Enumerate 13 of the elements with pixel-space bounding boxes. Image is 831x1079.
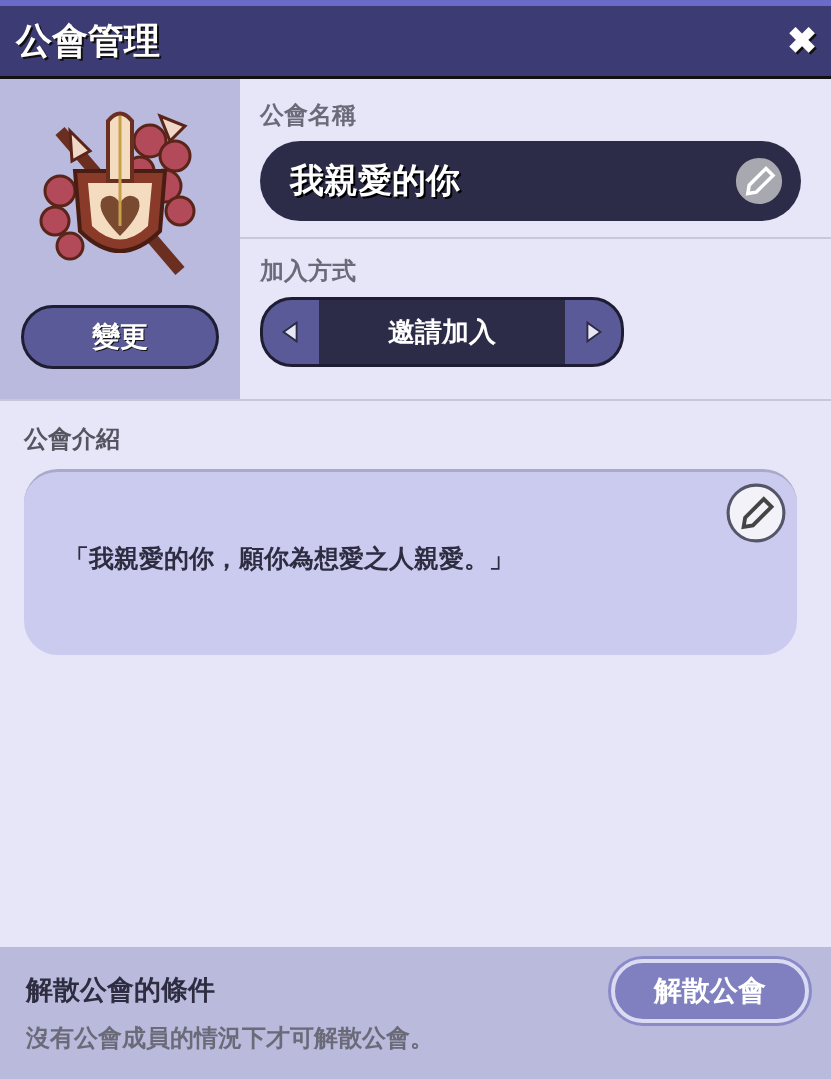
disband-note: 沒有公會成員的情況下才可解散公會。	[26, 1023, 434, 1054]
guild-name-field[interactable]: 我親愛的你	[260, 141, 801, 221]
guild-name-label: 公會名稱	[260, 100, 357, 131]
close-button[interactable]: ✖	[787, 20, 817, 62]
intro-text: 「我親愛的你，願你為想愛之人親愛。」	[64, 543, 514, 575]
window-title: 公會管理	[16, 18, 160, 63]
disband-title: 解散公會的條件	[26, 973, 216, 1007]
edit-icon[interactable]	[725, 482, 787, 544]
join-method-label: 加入方式	[260, 256, 357, 288]
intro-label: 公會介紹	[24, 424, 121, 455]
disband-button[interactable]: 解散公會	[611, 959, 809, 1023]
change-button[interactable]: 變更	[21, 305, 219, 369]
join-method-value: 邀請加入	[387, 315, 497, 350]
